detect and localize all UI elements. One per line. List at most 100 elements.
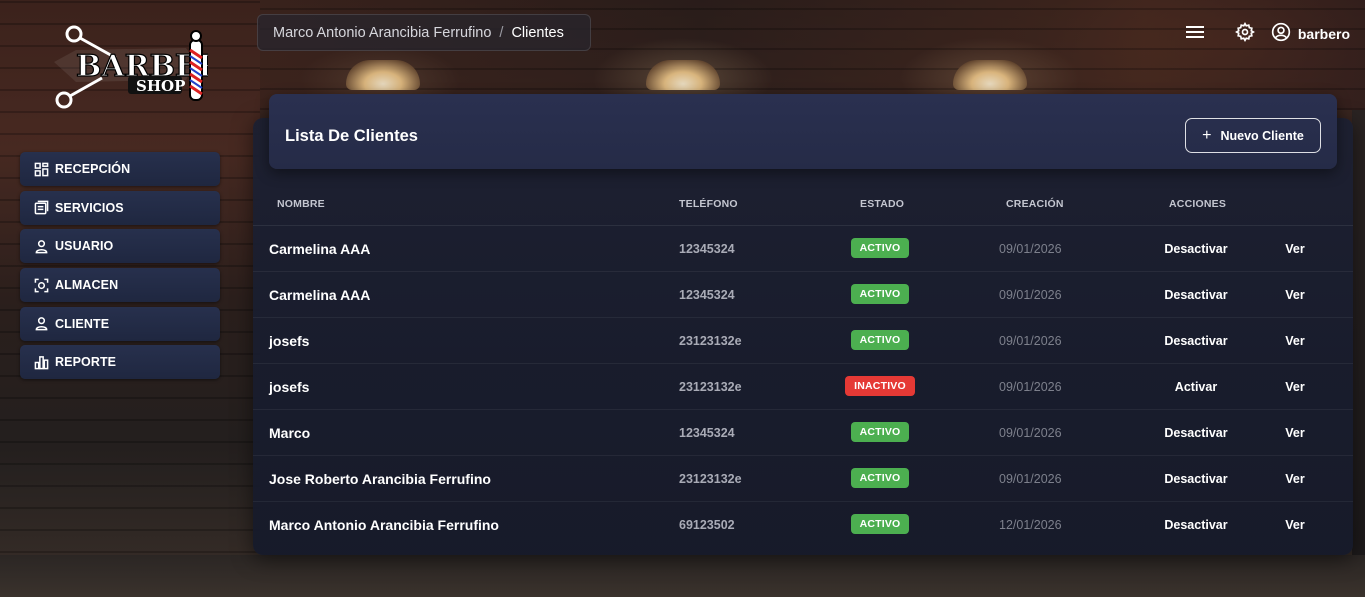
- sidebar-item-usuario[interactable]: USUARIO: [20, 229, 220, 264]
- table-row: Jose Roberto Arancibia Ferrufino 2312313…: [253, 456, 1353, 502]
- table-row: josefs 23123132e INACTIVO 09/01/2026 Act…: [253, 364, 1353, 410]
- sidebar-item-recepcion[interactable]: RECEPCIÓN: [20, 152, 220, 186]
- sidebar-item-label: ALMACEN: [55, 278, 119, 293]
- status-cell: INACTIVO: [845, 376, 915, 396]
- toggle-status-button[interactable]: Desactivar: [1152, 426, 1240, 440]
- table-row: Marco 12345324 ACTIVO 09/01/2026 Desacti…: [253, 410, 1353, 456]
- sidebar-item-reporte[interactable]: REPORTE: [20, 345, 220, 380]
- client-phone: 23123132e: [679, 380, 742, 394]
- view-client-button[interactable]: Ver: [1278, 518, 1312, 532]
- client-name: Carmelina AAA: [269, 241, 371, 257]
- topbar-actions: barbero: [1184, 20, 1350, 44]
- sidebar-item-almacen[interactable]: ALMACEN: [20, 268, 220, 303]
- table-header: NOMBRE TELÉFONO ESTADO CREACIÓN ACCIONES: [253, 186, 1353, 226]
- client-name: josefs: [269, 379, 310, 395]
- breadcrumb-parent[interactable]: Marco Antonio Arancibia Ferrufino: [273, 25, 491, 41]
- toggle-status-button[interactable]: Desactivar: [1152, 288, 1240, 302]
- background-lamp: [953, 60, 1027, 90]
- column-header-status: ESTADO: [860, 198, 905, 210]
- sidebar-item-label: USUARIO: [55, 239, 114, 254]
- column-header-created: CREACIÓN: [1006, 198, 1064, 210]
- column-header-name: NOMBRE: [277, 198, 325, 210]
- status-badge: ACTIVO: [850, 330, 910, 350]
- client-name: Marco Antonio Arancibia Ferrufino: [269, 517, 499, 533]
- status-badge: ACTIVO: [850, 238, 910, 258]
- new-client-button[interactable]: + Nuevo Cliente: [1185, 118, 1321, 153]
- client-phone: 12345324: [679, 242, 735, 256]
- toggle-status-button[interactable]: Desactivar: [1152, 518, 1240, 532]
- client-created-date: 09/01/2026: [999, 288, 1062, 302]
- client-phone: 12345324: [679, 288, 735, 302]
- user-circle-icon[interactable]: [1270, 21, 1292, 43]
- table-row: Carmelina AAA 12345324 ACTIVO 09/01/2026…: [253, 272, 1353, 318]
- user-icon: [33, 316, 49, 332]
- view-client-button[interactable]: Ver: [1278, 426, 1312, 440]
- logo-text-bottom: SHOP: [136, 77, 185, 95]
- barbershop-logo-icon: BARBER SHOP: [54, 25, 224, 109]
- client-created-date: 09/01/2026: [999, 380, 1062, 394]
- client-phone: 69123502: [679, 518, 735, 532]
- inventory-icon: [33, 277, 49, 293]
- view-client-button[interactable]: Ver: [1278, 242, 1312, 256]
- page-title: Lista De Clientes: [285, 127, 418, 145]
- client-created-date: 09/01/2026: [999, 334, 1062, 348]
- table-row: Marco Antonio Arancibia Ferrufino 691235…: [253, 502, 1353, 548]
- view-client-button[interactable]: Ver: [1278, 334, 1312, 348]
- view-client-button[interactable]: Ver: [1278, 380, 1312, 394]
- gear-icon[interactable]: [1234, 21, 1256, 43]
- breadcrumb: Marco Antonio Arancibia Ferrufino / Clie…: [257, 14, 591, 51]
- user-icon: [33, 238, 49, 254]
- status-badge: ACTIVO: [850, 422, 910, 442]
- clients-table: NOMBRE TELÉFONO ESTADO CREACIÓN ACCIONES…: [253, 186, 1353, 548]
- barbershop-logo[interactable]: BARBER SHOP: [46, 20, 224, 112]
- background-lamp: [646, 60, 720, 90]
- plus-icon: +: [1202, 126, 1212, 144]
- background-floor: [0, 555, 1365, 597]
- status-cell: ACTIVO: [847, 422, 913, 442]
- menu-icon[interactable]: [1184, 21, 1206, 43]
- client-name: josefs: [269, 333, 310, 349]
- client-name: Carmelina AAA: [269, 287, 371, 303]
- status-cell: ACTIVO: [847, 238, 913, 258]
- status-badge: ACTIVO: [850, 284, 910, 304]
- view-client-button[interactable]: Ver: [1278, 472, 1312, 486]
- table-row: josefs 23123132e ACTIVO 09/01/2026 Desac…: [253, 318, 1353, 364]
- status-badge: ACTIVO: [850, 514, 910, 534]
- client-phone: 12345324: [679, 426, 735, 440]
- toggle-status-button[interactable]: Activar: [1152, 380, 1240, 394]
- status-badge: ACTIVO: [850, 468, 910, 488]
- status-badge: INACTIVO: [845, 376, 915, 396]
- toggle-status-button[interactable]: Desactivar: [1152, 242, 1240, 256]
- sidebar-item-servicios[interactable]: SERVICIOS: [20, 190, 220, 225]
- sidebar-item-label: REPORTE: [55, 355, 117, 370]
- status-cell: ACTIVO: [847, 330, 913, 350]
- breadcrumb-current: Clientes: [511, 24, 564, 41]
- card-header: Lista De Clientes + Nuevo Cliente: [269, 94, 1337, 169]
- sidebar-item-label: CLIENTE: [55, 316, 110, 331]
- sidebar-nav: RECEPCIÓN SERVICIOS USUARIO ALMACEN CLIE…: [20, 152, 220, 384]
- sidebar-item-cliente[interactable]: CLIENTE: [20, 306, 220, 341]
- view-client-button[interactable]: Ver: [1278, 288, 1312, 302]
- client-phone: 23123132e: [679, 334, 742, 348]
- status-cell: ACTIVO: [847, 284, 913, 304]
- table-row: Carmelina AAA 12345324 ACTIVO 09/01/2026…: [253, 226, 1353, 272]
- new-client-button-label: Nuevo Cliente: [1220, 128, 1304, 143]
- status-cell: ACTIVO: [847, 514, 913, 534]
- status-cell: ACTIVO: [847, 468, 913, 488]
- sidebar-item-label: RECEPCIÓN: [55, 162, 131, 176]
- toggle-status-button[interactable]: Desactivar: [1152, 334, 1240, 348]
- user-name[interactable]: barbero: [1298, 26, 1350, 42]
- client-name: Jose Roberto Arancibia Ferrufino: [269, 471, 491, 487]
- column-header-actions: ACCIONES: [1169, 198, 1227, 210]
- chart-icon: [33, 354, 49, 370]
- client-created-date: 09/01/2026: [999, 472, 1062, 486]
- services-icon: [33, 200, 49, 216]
- client-created-date: 12/01/2026: [999, 518, 1062, 532]
- client-phone: 23123132e: [679, 472, 742, 486]
- column-header-phone: TELÉFONO: [679, 198, 738, 210]
- dashboard-icon: [33, 161, 49, 177]
- background-right-edge: [1352, 110, 1365, 555]
- client-created-date: 09/01/2026: [999, 242, 1062, 256]
- toggle-status-button[interactable]: Desactivar: [1152, 472, 1240, 486]
- sidebar-item-label: SERVICIOS: [55, 200, 124, 215]
